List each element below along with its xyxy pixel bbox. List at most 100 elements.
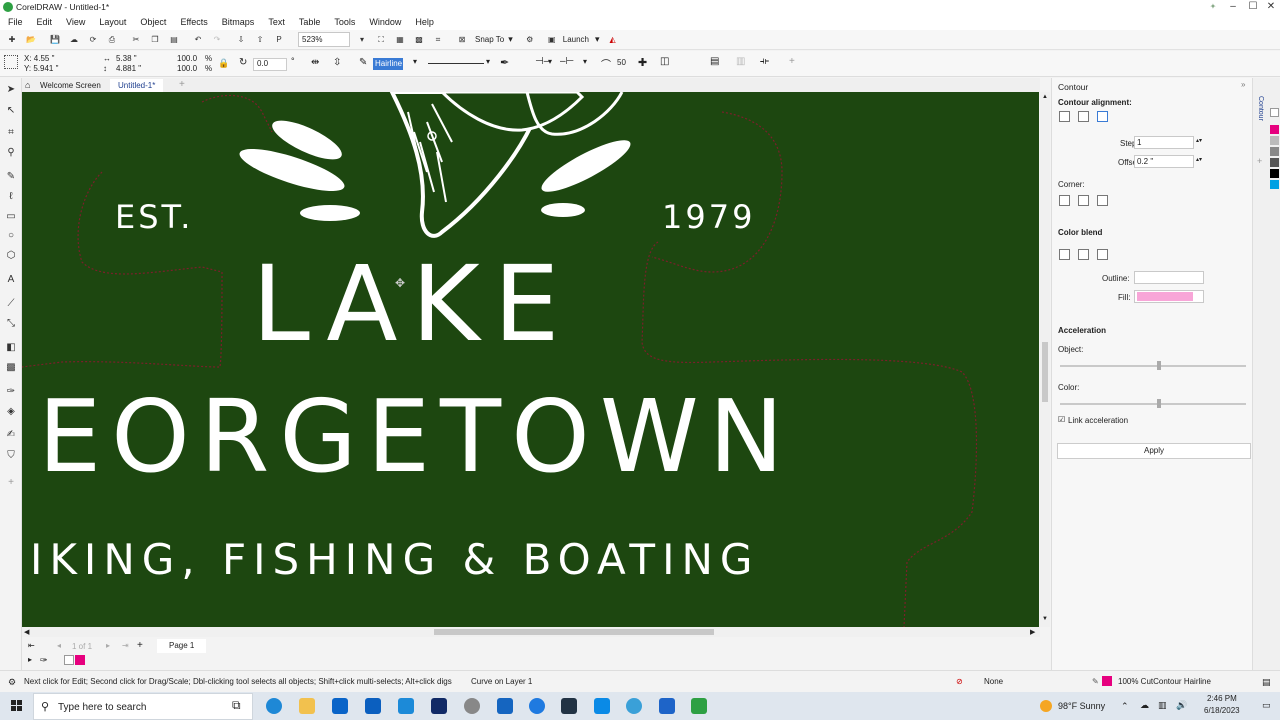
print-icon[interactable]: ⎙ [105,33,119,47]
distribute-icon[interactable]: ▥ [736,56,745,67]
apply-button[interactable]: Apply [1057,443,1251,459]
transparency-tool-icon[interactable]: ▩ [5,362,17,374]
coreldraw-taskbar-icon[interactable] [691,698,707,714]
options-gear-icon[interactable]: ⚙ [523,33,537,47]
object-acceleration-slider[interactable] [1060,361,1246,370]
launch-chevron-icon[interactable]: ▾ [595,34,600,45]
last-page-icon[interactable]: ⇥ [122,641,129,650]
scroll-left-icon[interactable]: ◀ [24,628,29,636]
maximize-button[interactable]: ☐ [1246,1,1260,13]
snap-icon[interactable]: ⊠ [455,33,469,47]
next-page-icon[interactable]: ▸ [106,641,110,650]
snap-to-dropdown[interactable]: Snap To [475,35,504,44]
launch-dropdown[interactable]: Launch [563,35,589,44]
first-page-icon[interactable]: ⇤ [28,641,35,650]
zoom-level-field[interactable]: 523% [298,32,350,47]
page-1-tab[interactable]: Page 1 [157,639,207,653]
palette-gray-swatch[interactable] [1270,136,1279,145]
path-align-icon[interactable]: ⟛ [760,56,769,67]
app-icon-dark[interactable] [561,698,577,714]
notifications-icon[interactable]: ▭ [1262,700,1271,711]
grid-icon[interactable]: ▩ [412,33,426,47]
add-page-icon[interactable]: + [137,640,143,651]
ellipse-tool-icon[interactable]: ○ [5,230,17,242]
app-icon-blue[interactable] [398,698,414,714]
palette-black-swatch[interactable] [1270,169,1279,178]
launch-icon[interactable]: ▣ [545,33,559,47]
text-tool-icon[interactable]: A [5,274,17,286]
horizontal-scrollbar[interactable]: ◀ ▶ [22,627,1040,637]
mail-icon[interactable] [365,698,381,714]
line-style-preview[interactable] [428,63,484,64]
minimize-button[interactable]: – [1226,1,1240,13]
menu-object[interactable]: Object [140,17,166,27]
prev-page-icon[interactable]: ◂ [57,641,61,650]
menu-effects[interactable]: Effects [180,17,207,27]
export-icon[interactable]: ⇧ [253,33,267,47]
menu-table[interactable]: Table [299,17,321,27]
steps-field[interactable]: 1 [1134,136,1194,149]
vertical-scroll-thumb[interactable] [1042,342,1048,402]
align-icon[interactable]: ▤ [710,56,719,67]
tab-untitled-1[interactable]: Untitled-1* [110,79,164,92]
smart-fill-icon[interactable]: ✍ [5,429,17,441]
rulers-icon[interactable]: ▦ [393,33,407,47]
network-icon[interactable]: ▥ [1158,700,1167,711]
undo-icon[interactable]: ↶ [191,33,205,47]
wrap-text-icon[interactable]: ◫ [660,56,669,67]
color-acceleration-knob[interactable] [1156,399,1161,408]
counterclockwise-blend-icon[interactable] [1097,249,1108,260]
start-arrow-chevron-icon[interactable]: ▾ [548,57,552,66]
menu-file[interactable]: File [8,17,23,27]
calligraphy-pen-icon[interactable]: ✒ [500,56,509,69]
docker-collapse-icon[interactable]: » [1241,80,1245,89]
menu-help[interactable]: Help [415,17,434,27]
scroll-down-icon[interactable]: ▼ [1042,616,1048,622]
menu-tools[interactable]: Tools [334,17,355,27]
drawing-canvas[interactable]: EST. 1979 LAKE EORGETOWN IKING, FISHING … [22,92,1039,627]
end-arrow-chevron-icon[interactable]: ▾ [583,57,587,66]
artistic-media-icon[interactable]: ℓ [5,191,17,203]
full-screen-icon[interactable]: ⛶ [374,33,388,47]
outline-width-chevron-icon[interactable]: ▾ [413,57,417,66]
no-color-swatch[interactable] [64,655,74,665]
color-acceleration-slider[interactable] [1060,399,1246,408]
status-settings-icon[interactable]: ⚙ [8,677,16,688]
color-proof-icon[interactable]: ◭ [606,33,620,47]
clockwise-blend-icon[interactable] [1078,249,1089,260]
store-icon[interactable] [332,698,348,714]
tray-chevron-icon[interactable]: ⌃ [1121,701,1129,712]
outline-status-icon[interactable]: ✎ [1092,677,1099,686]
add-node-icon[interactable]: ✚ [638,56,647,69]
weather-sun-icon[interactable] [1040,700,1052,712]
bevel-corner-icon[interactable] [1097,195,1108,206]
offset-field[interactable]: 0.2 " [1134,155,1194,168]
app-icon-v[interactable] [659,698,675,714]
clock-date[interactable]: 6/18/2023 [1204,706,1240,715]
pin-icon[interactable]: ✦ [1206,1,1220,13]
linear-blend-icon[interactable] [1059,249,1070,260]
menu-bitmaps[interactable]: Bitmaps [222,17,255,27]
paste-icon[interactable]: ▤ [167,33,181,47]
sync-icon[interactable]: ⟳ [86,33,100,47]
new-tab-icon[interactable]: + [179,79,185,90]
round-corner-icon[interactable] [1078,195,1089,206]
cloud-icon[interactable]: ☁ [67,33,81,47]
freehand-tool-icon[interactable]: ✎ [5,171,17,183]
parallel-dimension-icon[interactable]: ⟋ [5,298,17,310]
horizontal-scroll-thumb[interactable] [434,629,714,635]
zoom-dropdown-icon[interactable]: ▾ [355,33,369,47]
cutcontour-swatch[interactable] [75,655,85,665]
mesh-fill-icon[interactable]: ⛉ [5,450,17,462]
task-view-icon[interactable]: ⧉ [232,698,248,714]
link-acceleration-checkbox[interactable]: ☑ [1058,415,1065,424]
close-button[interactable]: ✕ [1264,1,1278,13]
smoothing-field[interactable]: 50 [617,58,626,67]
end-arrow-icon[interactable]: –⊢ [560,56,574,67]
y-position-field[interactable]: Y: 5.941 " [24,64,58,73]
fill-status-icon[interactable]: ⊘ [956,677,963,686]
menu-view[interactable]: View [66,17,85,27]
palette-darkgray-swatch[interactable] [1270,147,1279,156]
polygon-tool-icon[interactable]: ⬡ [5,250,17,262]
add-docker-icon[interactable]: + [1257,156,1262,166]
